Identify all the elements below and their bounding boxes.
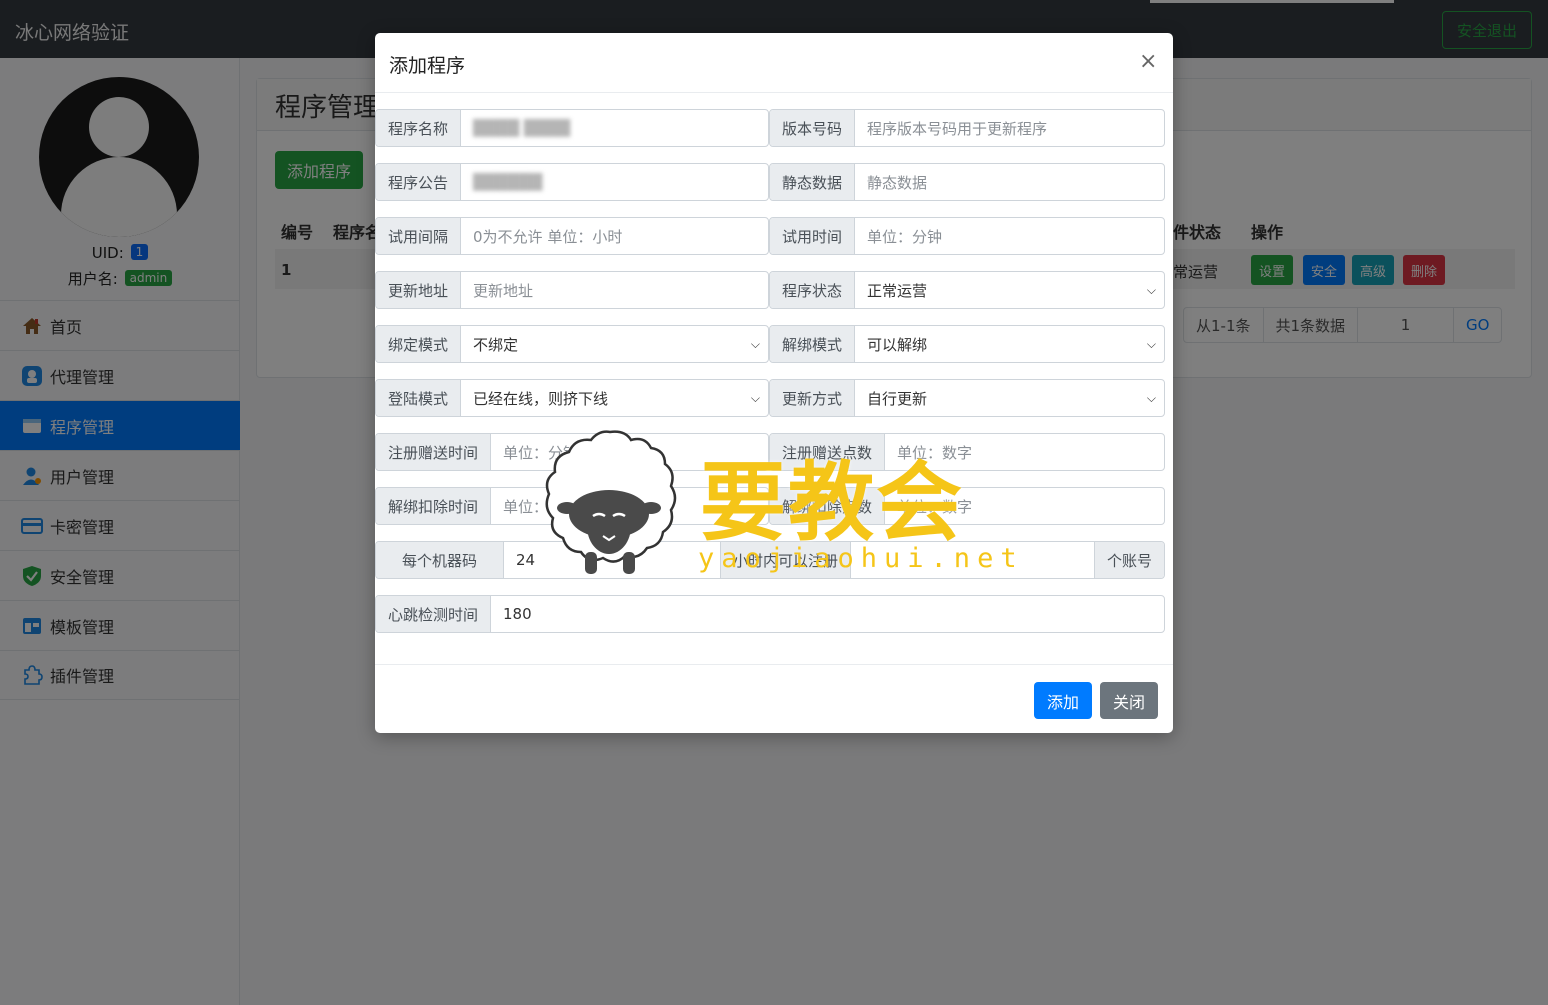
update-url-group: 更新地址 更新地址 — [375, 271, 769, 309]
program-status-select[interactable]: 正常运营 ⌵ — [855, 272, 1164, 308]
update-url-input[interactable]: 更新地址 — [461, 272, 768, 308]
trial-interval-label: 试用间隔 — [376, 218, 462, 254]
bind-mode-group: 绑定模式 不绑定 ⌵ — [375, 325, 769, 363]
program-status-value: 正常运营 — [867, 281, 928, 300]
unbind-mode-value: 可以解绑 — [867, 335, 928, 354]
program-status-group: 程序状态 正常运营 ⌵ — [769, 271, 1165, 309]
unbind-mode-group: 解绑模式 可以解绑 ⌵ — [769, 325, 1165, 363]
program-name-input[interactable]: ████ ████ — [461, 110, 768, 146]
heartbeat-input[interactable]: 180 — [491, 596, 1164, 632]
chevron-down-icon: ⌵ — [750, 390, 760, 405]
static-data-input[interactable]: 静态数据 — [855, 164, 1164, 200]
per-machine-suffix: 个账号 — [1093, 542, 1164, 578]
notice-group: 程序公告 ██████ — [375, 163, 769, 201]
static-data-group: 静态数据 静态数据 — [769, 163, 1165, 201]
program-name-label: 程序名称 — [376, 110, 462, 146]
login-mode-label: 登陆模式 — [376, 380, 462, 416]
heartbeat-label: 心跳检测时间 — [376, 596, 492, 632]
update-method-select[interactable]: 自行更新 ⌵ — [855, 380, 1164, 416]
update-method-value: 自行更新 — [867, 389, 928, 408]
notice-label: 程序公告 — [376, 164, 462, 200]
modal-footer: 添加 关闭 — [375, 664, 1173, 733]
unbind-mode-label: 解绑模式 — [770, 326, 856, 362]
chevron-down-icon: ⌵ — [750, 336, 760, 351]
trial-interval-input[interactable]: 0为不允许 单位：小时 — [461, 218, 768, 254]
watermark-url: yaojiaohui.net — [698, 543, 1024, 574]
update-method-group: 更新方式 自行更新 ⌵ — [769, 379, 1165, 417]
login-mode-group: 登陆模式 已经在线，则挤下线 ⌵ — [375, 379, 769, 417]
update-url-label: 更新地址 — [376, 272, 462, 308]
update-method-label: 更新方式 — [770, 380, 856, 416]
bind-mode-label: 绑定模式 — [376, 326, 462, 362]
chevron-down-icon: ⌵ — [1146, 336, 1156, 351]
heartbeat-group: 心跳检测时间 180 — [375, 595, 1165, 633]
static-data-label: 静态数据 — [770, 164, 856, 200]
trial-time-label: 试用时间 — [770, 218, 856, 254]
chevron-down-icon: ⌵ — [1146, 390, 1156, 405]
modal-header: 添加程序 × — [375, 33, 1173, 93]
add-button[interactable]: 添加 — [1034, 682, 1092, 719]
version-label: 版本号码 — [770, 110, 856, 146]
login-mode-select[interactable]: 已经在线，则挤下线 ⌵ — [461, 380, 768, 416]
notice-input[interactable]: ██████ — [461, 164, 768, 200]
trial-time-input[interactable]: 单位：分钟 — [855, 218, 1164, 254]
close-button[interactable]: 关闭 — [1100, 682, 1158, 719]
program-status-label: 程序状态 — [770, 272, 856, 308]
reg-gift-time-label: 注册赠送时间 — [376, 434, 492, 470]
bind-mode-value: 不绑定 — [473, 335, 519, 354]
version-input[interactable]: 程序版本号码用于更新程序 — [855, 110, 1164, 146]
chevron-down-icon: ⌵ — [1146, 282, 1156, 297]
modal-title: 添加程序 — [389, 55, 466, 77]
close-icon[interactable]: × — [1139, 51, 1157, 73]
add-program-modal: 添加程序 × 程序名称 ████ ████ 版本号码 程序版本号码用于更新程序 … — [375, 33, 1173, 733]
unbind-deduct-time-label: 解绑扣除时间 — [376, 488, 492, 524]
program-name-group: 程序名称 ████ ████ — [375, 109, 769, 147]
trial-time-group: 试用时间 单位：分钟 — [769, 217, 1165, 255]
sheep-logo-icon — [543, 428, 678, 578]
unbind-mode-select[interactable]: 可以解绑 ⌵ — [855, 326, 1164, 362]
version-group: 版本号码 程序版本号码用于更新程序 — [769, 109, 1165, 147]
bind-mode-select[interactable]: 不绑定 ⌵ — [461, 326, 768, 362]
watermark-text: 要教会 — [700, 453, 964, 553]
trial-interval-group: 试用间隔 0为不允许 单位：小时 — [375, 217, 769, 255]
login-mode-value: 已经在线，则挤下线 — [473, 389, 609, 408]
per-machine-label: 每个机器码 — [376, 542, 505, 578]
